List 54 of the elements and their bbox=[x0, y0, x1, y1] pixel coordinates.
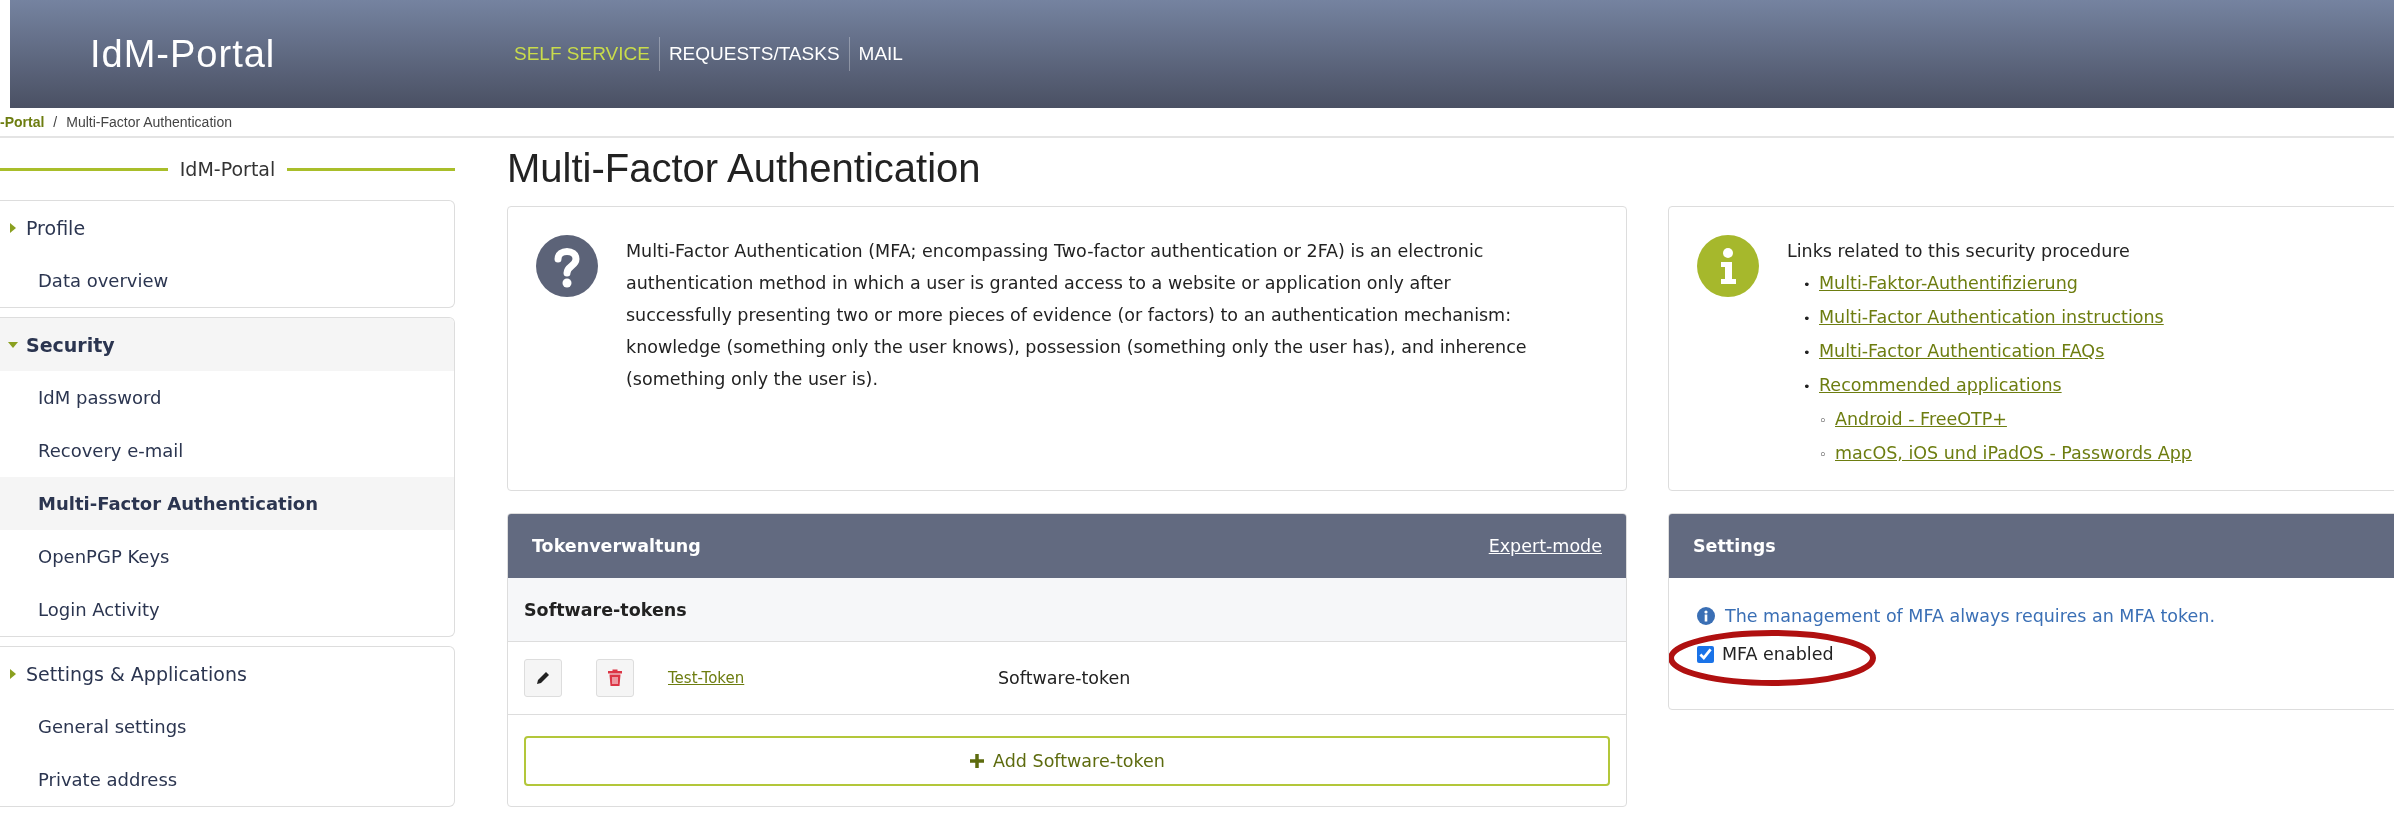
links-heading: Links related to this security procedure bbox=[1787, 240, 2131, 263]
breadcrumb-link[interactable]: -Portal bbox=[0, 114, 45, 130]
section-heading: Software-tokens bbox=[508, 578, 1626, 642]
bullet: • bbox=[1803, 310, 1812, 328]
info-icon bbox=[1697, 607, 1715, 625]
caret-right-icon bbox=[8, 667, 18, 680]
pencil-icon bbox=[534, 669, 552, 687]
bullet: • bbox=[1803, 276, 1812, 294]
info-icon bbox=[1697, 235, 1759, 297]
token-type: Software-token bbox=[998, 668, 1131, 688]
help-link[interactable]: Multi-Factor Authentication FAQs bbox=[1819, 341, 2105, 361]
help-link[interactable]: Multi-Faktor-Authentifizierung bbox=[1819, 273, 2078, 293]
question-icon bbox=[536, 235, 598, 297]
edit-button[interactable] bbox=[524, 659, 562, 697]
expert-mode-link[interactable]: Expert-mode bbox=[1488, 536, 1602, 556]
nav-tab[interactable]: MAIL bbox=[849, 37, 912, 71]
bullet: • bbox=[1803, 344, 1812, 362]
trash-icon bbox=[607, 669, 623, 687]
sidebar-group-header[interactable]: Settings & Applications bbox=[0, 647, 454, 700]
help-link[interactable]: macOS, iOS und iPadOS - Passwords App bbox=[1835, 443, 2192, 463]
bullet: ◦ bbox=[1819, 446, 1828, 464]
logo[interactable]: IdM-Portal bbox=[10, 32, 505, 76]
bullet: • bbox=[1803, 378, 1812, 396]
checkbox-label: MFA enabled bbox=[1722, 644, 1834, 664]
panel-title: Tokenverwaltung bbox=[532, 536, 701, 556]
token-link[interactable]: Test-Token bbox=[668, 669, 998, 687]
plus-icon bbox=[969, 753, 986, 769]
sidebar-item[interactable]: Private address bbox=[0, 753, 454, 806]
breadcrumb-current: Multi-Factor Authentication bbox=[66, 114, 232, 130]
nav-tab[interactable]: REQUESTS/TASKS bbox=[659, 37, 850, 71]
sidebar-item[interactable]: IdM password bbox=[0, 371, 454, 424]
help-link[interactable]: Android - FreeOTP+ bbox=[1835, 409, 2007, 429]
sidebar-title: IdM-Portal bbox=[179, 158, 276, 180]
page-title: Multi-Factor Authentication bbox=[507, 146, 982, 192]
info-text: Multi-Factor Authentication (MFA; encompassing Two-factor authentication or 2FA) is an electronic authentication method in which a user is granted access to a website or application only after successfully presenting two or more pieces of evidence (or factors) to an authentication mechanism: knowledge (something only the user knows), possession (something only the user has), and inherence (something only the user is). bbox=[626, 240, 1528, 391]
help-link[interactable]: Recommended applications bbox=[1819, 375, 2062, 395]
breadcrumb-separator: / bbox=[53, 114, 58, 130]
info-note: The management of MFA always requires an MFA token. bbox=[1725, 606, 2215, 626]
help-link[interactable]: Multi-Factor Authentication instructions bbox=[1819, 307, 2164, 327]
sidebar-item[interactable]: General settings bbox=[0, 700, 454, 753]
add-token-button[interactable]: Add Software-token bbox=[524, 736, 1610, 786]
panel-title: Settings bbox=[1693, 536, 1776, 556]
sidebar-group-header[interactable]: Security bbox=[0, 318, 454, 371]
sidebar-item[interactable]: Login Activity bbox=[0, 583, 454, 636]
nav-tab[interactable]: SELF SERVICE bbox=[505, 37, 660, 71]
sidebar-item[interactable]: Multi-Factor Authentication bbox=[0, 477, 454, 530]
sidebar-item[interactable]: Recovery e-mail bbox=[0, 424, 454, 477]
sidebar-group-header[interactable]: Profile bbox=[0, 201, 454, 254]
sidebar-item[interactable]: Data overview bbox=[0, 254, 454, 307]
mfa-checkbox[interactable] bbox=[1697, 645, 1714, 663]
delete-button[interactable] bbox=[596, 659, 634, 697]
sidebar-item[interactable]: OpenPGP Keys bbox=[0, 530, 454, 583]
caret-right-icon bbox=[8, 221, 18, 234]
bullet: ◦ bbox=[1819, 412, 1828, 430]
